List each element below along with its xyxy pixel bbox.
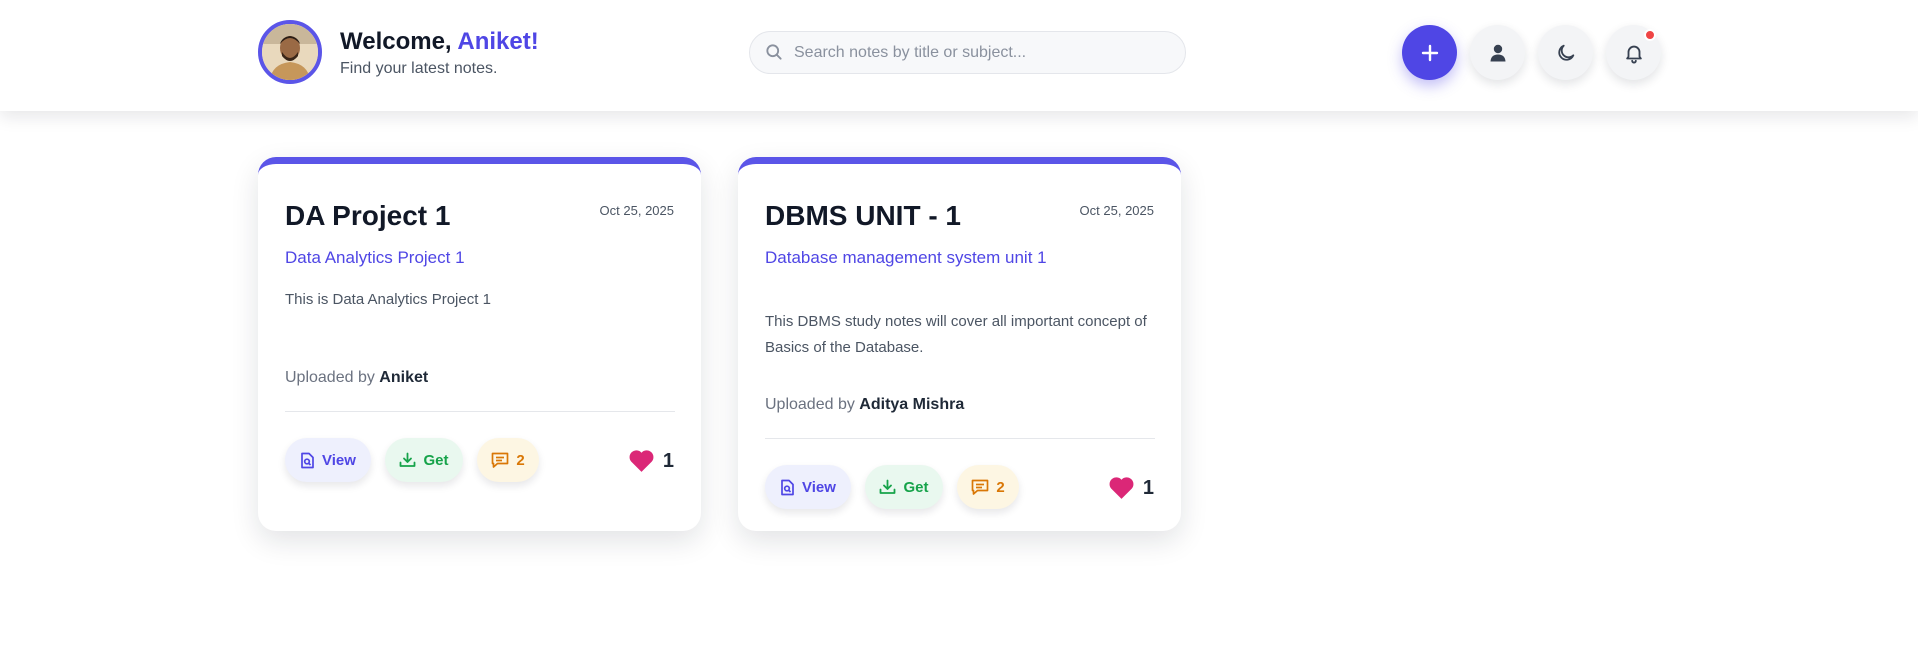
comments-button[interactable]: 2: [477, 438, 539, 482]
note-date: Oct 25, 2025: [599, 203, 674, 218]
user-icon: [1490, 44, 1505, 61]
note-date: Oct 25, 2025: [1079, 203, 1154, 218]
comment-count: 2: [996, 478, 1005, 496]
file-search-icon: [301, 452, 314, 468]
avatar-image: [262, 24, 318, 80]
comments-button[interactable]: 2: [957, 465, 1019, 509]
note-description: This DBMS study notes will cover all imp…: [765, 313, 1147, 356]
like-button[interactable]: 1: [628, 449, 674, 473]
comment-count: 2: [516, 451, 525, 469]
bell-icon: [1625, 45, 1642, 64]
heart-icon: [1109, 477, 1134, 499]
moon-icon: [1557, 44, 1574, 61]
avatar[interactable]: [258, 20, 322, 84]
uploader-name: Aditya Mishra: [859, 396, 965, 413]
like-count: 1: [662, 449, 674, 472]
welcome-subtitle: Find your latest notes.: [340, 60, 498, 77]
note-uploader: Uploaded by Aditya Mishra: [765, 396, 964, 414]
profile-button[interactable]: [1470, 25, 1525, 80]
note-subject: Data Analytics Project 1: [285, 248, 465, 267]
search-input[interactable]: [794, 32, 1174, 73]
file-search-icon: [781, 479, 794, 495]
get-label: Get: [903, 478, 929, 496]
view-button[interactable]: View: [285, 438, 371, 482]
welcome-prefix: Welcome,: [340, 28, 458, 55]
view-button[interactable]: View: [765, 465, 851, 509]
notification-badge: [1644, 29, 1656, 41]
note-description: This is Data Analytics Project 1: [285, 291, 491, 308]
card-divider: [285, 411, 675, 412]
view-label: View: [322, 451, 356, 469]
download-button[interactable]: Get: [385, 438, 463, 482]
search-box[interactable]: [749, 31, 1186, 74]
like-button[interactable]: 1: [1108, 476, 1154, 500]
card-divider: [765, 438, 1155, 439]
note-card[interactable]: DA Project 1 Oct 25, 2025 Data Analytics…: [258, 157, 701, 531]
download-button[interactable]: Get: [865, 465, 943, 509]
download-icon: [400, 452, 416, 467]
note-subject: Database management system unit 1: [765, 248, 1047, 267]
note-title: DA Project 1: [285, 200, 451, 231]
uploaded-by-label: Uploaded by: [765, 396, 860, 413]
note-uploader: Uploaded by Aniket: [285, 369, 428, 387]
plus-icon: [1421, 44, 1438, 61]
uploader-name: Aniket: [379, 369, 429, 386]
download-icon: [880, 479, 896, 494]
uploaded-by-label: Uploaded by: [285, 369, 380, 386]
welcome-heading: Welcome, Aniket!: [340, 28, 539, 56]
like-count: 1: [1142, 476, 1154, 499]
theme-toggle-button[interactable]: [1538, 25, 1593, 80]
heart-icon: [629, 450, 654, 472]
get-label: Get: [423, 451, 449, 469]
top-bar: Welcome, Aniket! Find your latest notes.: [0, 0, 1918, 111]
view-label: View: [802, 478, 836, 496]
add-note-button[interactable]: [1402, 25, 1457, 80]
user-name: Aniket!: [457, 28, 539, 55]
search-icon: [764, 42, 784, 67]
comment-icon: [971, 479, 989, 495]
note-card[interactable]: DBMS UNIT - 1 Oct 25, 2025 Database mana…: [738, 157, 1181, 531]
note-title: DBMS UNIT - 1: [765, 200, 961, 231]
comment-icon: [491, 452, 509, 468]
